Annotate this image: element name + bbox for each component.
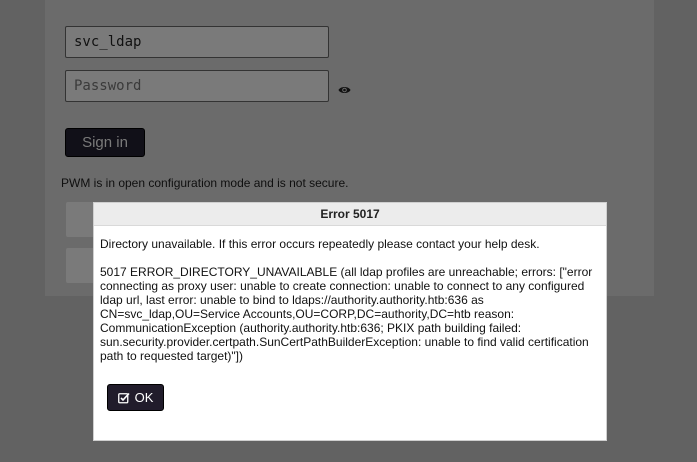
eye-icon[interactable]	[338, 82, 351, 100]
sign-in-button[interactable]: Sign in	[65, 128, 145, 157]
error-detail: 5017 ERROR_DIRECTORY_UNAVAILABLE (all ld…	[100, 265, 593, 363]
dialog-body: Directory unavailable. If this error occ…	[94, 226, 606, 363]
ok-button[interactable]: OK	[107, 384, 164, 411]
username-field[interactable]: svc_ldap	[65, 26, 329, 58]
error-summary: Directory unavailable. If this error occ…	[100, 237, 540, 251]
config-mode-warning: PWM is in open configuration mode and is…	[61, 176, 349, 190]
check-square-icon	[117, 392, 130, 404]
ok-button-label: OK	[134, 390, 154, 405]
password-field[interactable]: Password	[65, 70, 329, 102]
dialog-title: Error 5017	[94, 203, 606, 226]
error-dialog: Error 5017 Directory unavailable. If thi…	[93, 202, 607, 441]
